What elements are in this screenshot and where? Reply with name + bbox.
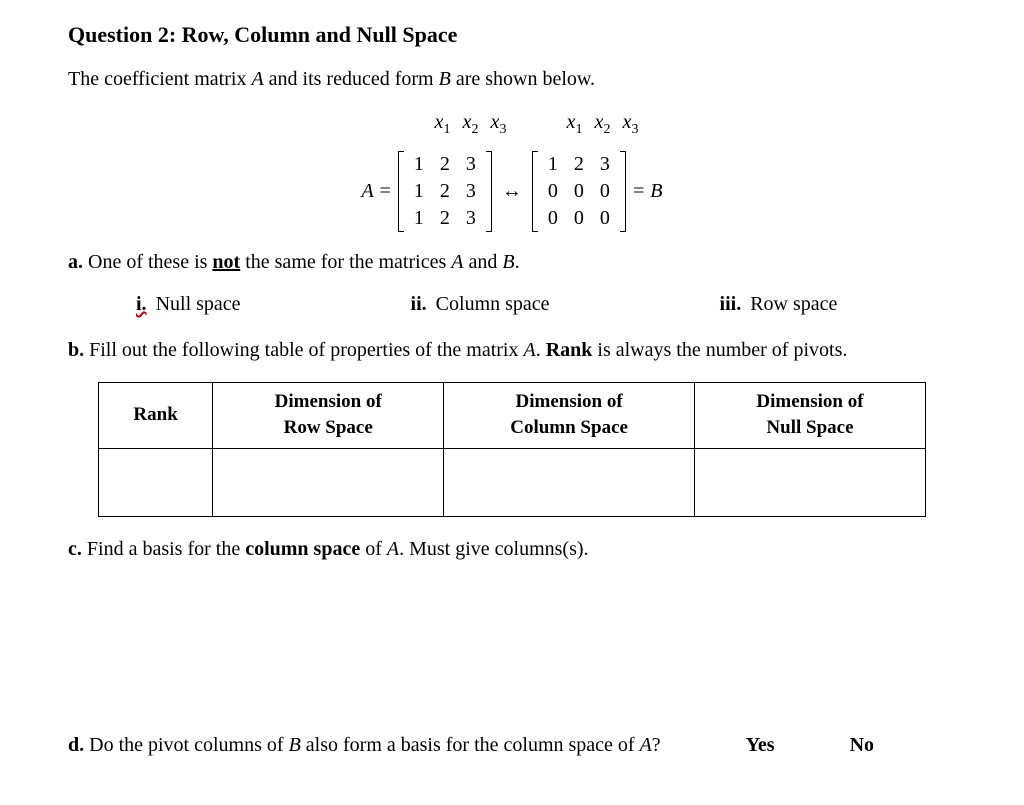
matrix-display: x1 x2 x3 x1 x2 x3 A = 123 123 123 ↔ — [68, 105, 956, 232]
cell-colspace[interactable] — [444, 448, 695, 516]
var-headers-a: x1 x2 x3 — [428, 105, 514, 142]
answer-yes[interactable]: Yes — [746, 731, 775, 759]
part-b: b. Fill out the following table of prope… — [68, 336, 956, 364]
matrix-b: 123 000 000 — [532, 151, 626, 232]
properties-table: Rank Dimension ofRow Space Dimension ofC… — [98, 382, 926, 517]
part-d-pre: Do the pivot columns of — [84, 734, 288, 756]
arrow-icon: ↔ — [502, 176, 522, 206]
part-c-answer-space[interactable] — [68, 577, 956, 717]
part-c-of: of — [360, 538, 387, 560]
choice-iii[interactable]: iii. Row space — [720, 290, 838, 318]
matrix-a: 123 123 123 — [398, 151, 492, 232]
choice-i-text: Null space — [151, 293, 241, 315]
part-a-pre: One of these is — [83, 251, 212, 273]
part-c: c. Find a basis for the column space of … — [68, 535, 956, 563]
col-colspace: Dimension ofColumn Space — [444, 382, 695, 448]
col-rank: Rank — [99, 382, 213, 448]
a-ref: A — [451, 251, 463, 273]
col-nullspace: Dimension ofNull Space — [694, 382, 925, 448]
part-d-mid: also form a basis for the column space o… — [301, 734, 640, 756]
b-ref: B — [502, 251, 514, 273]
col-rowspace: Dimension ofRow Space — [213, 382, 444, 448]
question-title: Question 2: Row, Column and Null Space — [68, 20, 956, 51]
part-b-post: is always the number of pivots. — [592, 339, 847, 361]
a-equals: A = — [361, 176, 391, 206]
equals-b: = B — [632, 176, 663, 206]
period: . — [515, 251, 520, 273]
part-b-pre: Fill out the following table of properti… — [84, 339, 523, 361]
matrix-a-ref: A — [251, 68, 263, 90]
a-ref-d: A — [640, 734, 652, 756]
cell-nullspace[interactable] — [694, 448, 925, 516]
rank-bold: Rank — [546, 339, 593, 361]
matrix-b-ref: B — [439, 68, 451, 90]
part-d: d. Do the pivot columns of B also form a… — [68, 731, 956, 759]
part-d-q: ? — [652, 734, 661, 756]
choices-row: i. Null space ii. Column space iii. Row … — [68, 290, 956, 318]
part-a-label: a. — [68, 251, 83, 273]
choice-ii[interactable]: ii. Column space — [411, 290, 550, 318]
a-ref-c: A — [387, 538, 399, 560]
not-underlined: not — [212, 251, 240, 273]
choice-ii-text: Column space — [431, 293, 550, 315]
choice-i-label: i. — [136, 293, 147, 315]
choice-ii-label: ii. — [411, 293, 427, 315]
intro-post: are shown below. — [451, 68, 595, 90]
part-a: a. One of these is not the same for the … — [68, 248, 956, 276]
choice-i[interactable]: i. Null space — [136, 290, 241, 318]
column-space-bold: column space — [245, 538, 360, 560]
intro-text: The coefficient matrix A and its reduced… — [68, 65, 956, 93]
intro-mid: and its reduced form — [264, 68, 439, 90]
choice-iii-text: Row space — [745, 293, 837, 315]
part-d-label: d. — [68, 734, 84, 756]
properties-table-wrap: Rank Dimension ofRow Space Dimension ofC… — [98, 382, 926, 517]
intro-pre: The coefficient matrix — [68, 68, 251, 90]
choice-iii-label: iii. — [720, 293, 742, 315]
and-text: and — [463, 251, 502, 273]
answer-no[interactable]: No — [850, 731, 874, 759]
part-b-mid: . — [536, 339, 546, 361]
part-c-tail: . Must give columns(s). — [399, 538, 588, 560]
cell-rowspace[interactable] — [213, 448, 444, 516]
part-c-pre: Find a basis for the — [82, 538, 245, 560]
cell-rank[interactable] — [99, 448, 213, 516]
part-c-label: c. — [68, 538, 82, 560]
b-ref-d: B — [289, 734, 301, 756]
var-headers-b: x1 x2 x3 — [560, 105, 646, 142]
a-ref-b: A — [523, 339, 535, 361]
part-b-label: b. — [68, 339, 84, 361]
part-a-post: the same for the matrices — [240, 251, 451, 273]
